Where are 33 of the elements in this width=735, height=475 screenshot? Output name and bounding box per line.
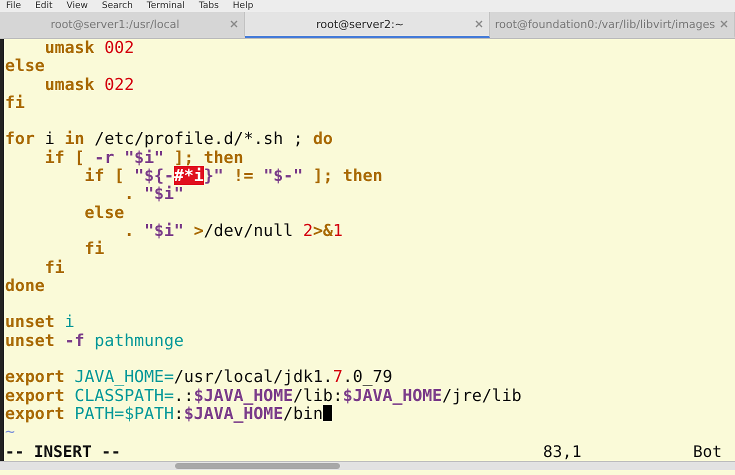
menu-item[interactable]: Tabs	[198, 0, 219, 12]
close-icon[interactable]	[230, 20, 238, 28]
code-line: unset -f pathmunge	[5, 332, 185, 350]
menu-item[interactable]: Help	[232, 0, 254, 12]
code-line: for i in /etc/profile.d/*.sh ; do	[5, 130, 334, 149]
code-line: unset i	[5, 313, 76, 332]
code-line: done	[5, 276, 46, 296]
code-line: if [ -r "$i" ]; then	[44, 148, 244, 168]
menu-item[interactable]: Terminal	[146, 0, 185, 12]
code-line: fi	[5, 94, 26, 112]
code-line: export JAVA_HOME=/usr/local/jdk1.7.0_79	[5, 368, 394, 387]
scroll-position: Bot	[693, 442, 723, 461]
code-line: export CLASSPATH=.:$JAVA_HOME/lib:$JAVA_HOME/jre/lib	[5, 386, 523, 405]
terminal-tab[interactable]: root@server2:~	[245, 12, 490, 38]
code-line: fi	[83, 240, 106, 259]
code-line: . "$i" >/dev/null 2>&1	[123, 222, 344, 240]
horizontal-scrollbar[interactable]	[0, 460, 735, 470]
code-line: else	[5, 57, 46, 76]
code-line: ~	[5, 423, 15, 442]
close-icon[interactable]	[475, 20, 483, 28]
mode-indicator: -- INSERT --	[5, 442, 121, 461]
code-line: fi	[44, 258, 66, 277]
cursor-position: 83,1	[543, 442, 583, 461]
menu-item[interactable]: View	[66, 0, 88, 12]
menu-item[interactable]: File	[6, 0, 22, 12]
menu-item[interactable]: Search	[102, 0, 133, 12]
code-line: . "$i"	[123, 185, 185, 204]
code-line: umask 022	[44, 76, 136, 94]
close-icon[interactable]	[720, 20, 728, 28]
code-line: else	[83, 204, 126, 222]
menu-item[interactable]: Edit	[35, 0, 52, 12]
code-line: umask 002	[44, 39, 136, 58]
code-line: export PATH=$PATH:$JAVA_HOME/bin	[5, 404, 735, 424]
